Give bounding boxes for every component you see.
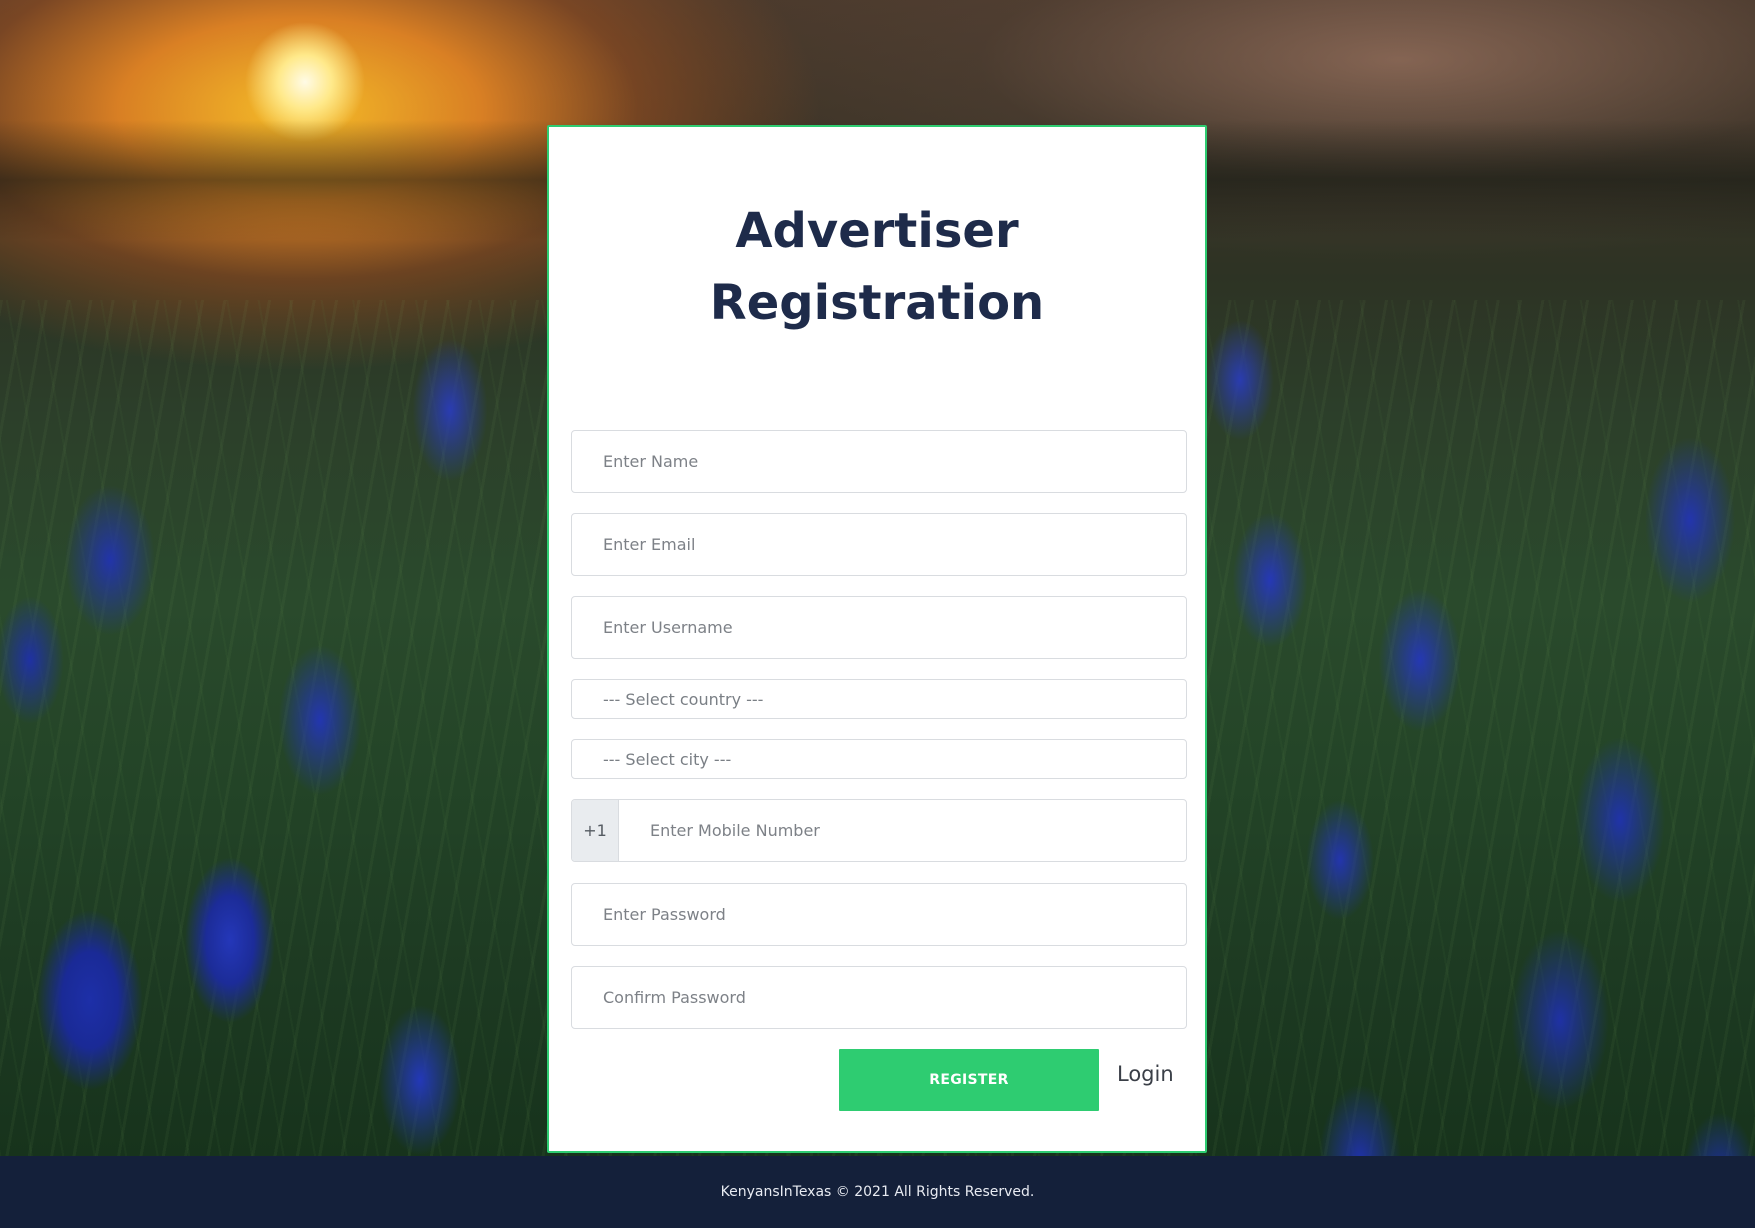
password-input[interactable]	[571, 883, 1187, 946]
city-select-value: --- Select city ---	[603, 749, 732, 769]
city-select[interactable]: --- Select city ---	[571, 739, 1187, 779]
footer-copyright: KenyansInTexas © 2021 All Rights Reserve…	[720, 1184, 1035, 1200]
country-select[interactable]: --- Select country ---	[571, 679, 1187, 719]
mobile-input-group: +1	[571, 799, 1187, 862]
footer: KenyansInTexas © 2021 All Rights Reserve…	[0, 1156, 1755, 1228]
phone-prefix: +1	[572, 800, 619, 861]
country-select-value: --- Select country ---	[603, 689, 764, 709]
login-link[interactable]: Login	[1117, 1062, 1174, 1086]
username-input[interactable]	[571, 596, 1187, 659]
confirm-password-input[interactable]	[571, 966, 1187, 1029]
title-line-2: Registration	[709, 275, 1045, 331]
email-input[interactable]	[571, 513, 1187, 576]
mobile-input[interactable]	[619, 800, 1186, 861]
title-line-1: Advertiser	[735, 203, 1019, 259]
page-title: Advertiser Registration	[549, 195, 1205, 339]
register-button[interactable]: REGISTER	[839, 1049, 1099, 1111]
name-input[interactable]	[571, 430, 1187, 493]
registration-card: Advertiser Registration --- Select count…	[547, 125, 1207, 1153]
